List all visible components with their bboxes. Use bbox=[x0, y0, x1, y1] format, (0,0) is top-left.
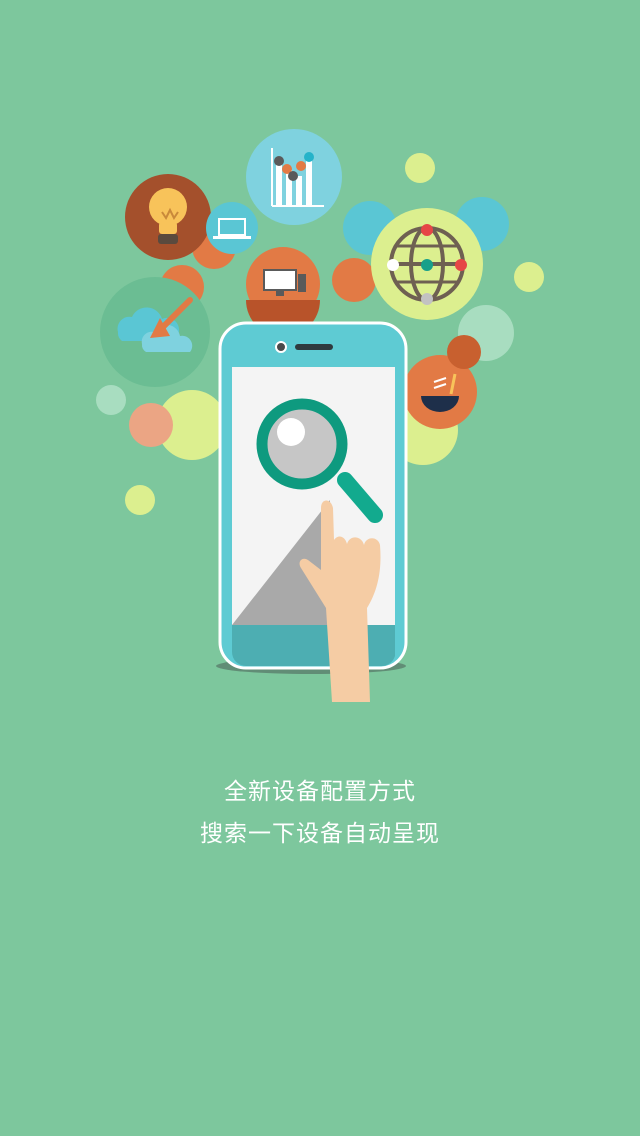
globe-network-icon bbox=[371, 208, 483, 320]
laptop-icon bbox=[206, 202, 258, 254]
intro-title: 全新设备配置方式 bbox=[224, 779, 416, 805]
phone-illustration bbox=[216, 321, 408, 674]
cloud-icon bbox=[100, 277, 210, 387]
bar-chart-icon bbox=[246, 129, 342, 225]
onboarding-screen[interactable]: 全新设备配置方式 搜索一下设备自动呈现 bbox=[0, 0, 640, 1136]
intro-subtitle: 搜索一下设备自动呈现 bbox=[200, 821, 440, 847]
lightbulb-icon bbox=[125, 174, 211, 260]
camera-icon bbox=[275, 341, 287, 353]
speaker-icon bbox=[295, 344, 333, 350]
feature-illustration bbox=[96, 129, 544, 702]
bowl-icon bbox=[403, 335, 481, 429]
